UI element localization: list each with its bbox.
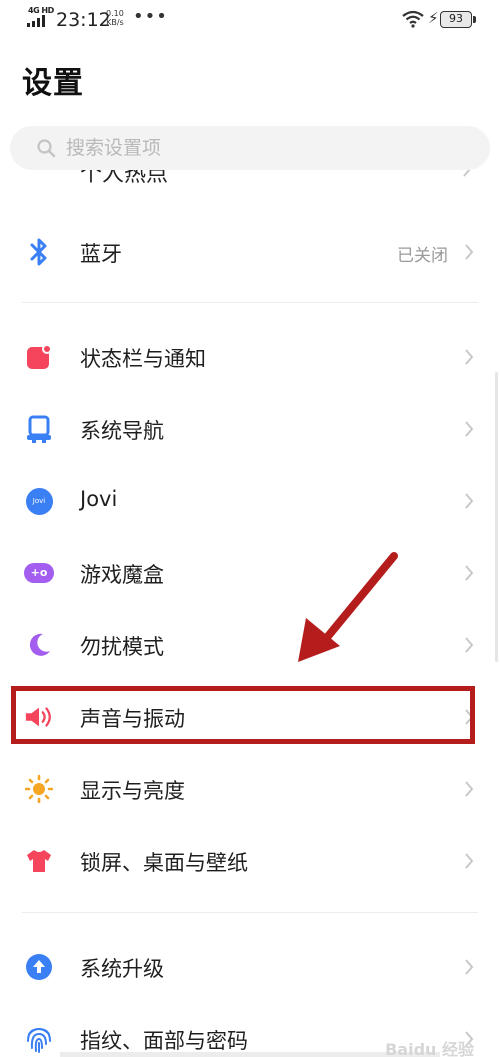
gamepad-icon: +o	[24, 558, 54, 588]
settings-item-dnd[interactable]: 勿扰模式	[0, 614, 500, 674]
battery-icon: 93	[440, 11, 476, 28]
section-divider	[22, 912, 478, 913]
arrow-annotation-icon	[298, 552, 398, 662]
settings-item-lockscreen[interactable]: 锁屏、桌面与壁纸	[0, 830, 500, 890]
hotspot-icon	[26, 170, 54, 182]
gamepad-icon-text: +o	[24, 563, 54, 583]
chevron-right-icon	[465, 244, 474, 260]
gesture-bar	[60, 1052, 440, 1057]
chevron-right-icon	[465, 637, 474, 653]
settings-item-status-bar[interactable]: 状态栏与通知	[0, 326, 500, 386]
settings-item-label: 个人热点	[80, 170, 169, 187]
chevron-right-icon	[465, 421, 474, 437]
bluetooth-icon	[24, 237, 54, 267]
charging-icon: ⚡	[428, 9, 439, 27]
wifi-icon	[402, 10, 424, 28]
settings-item-hotspot[interactable]: 个人热点	[0, 170, 500, 194]
more-notifications-icon: •••	[133, 6, 168, 27]
moon-icon	[24, 630, 54, 660]
settings-item-game-box[interactable]: +o 游戏魔盒	[0, 542, 500, 602]
settings-item-label: Jovi	[80, 487, 118, 511]
page-title: 设置	[22, 66, 84, 101]
clock: 23:12	[56, 9, 111, 31]
watermark: Baidu 经验	[385, 1040, 474, 1057]
navigation-icon	[24, 414, 54, 444]
chevron-right-icon	[465, 349, 474, 365]
sun-icon	[24, 774, 54, 804]
fingerprint-icon	[24, 1024, 54, 1054]
speed-unit: KB/s	[106, 18, 124, 27]
shirt-icon	[24, 846, 54, 876]
jovi-icon-text: Jovi	[25, 487, 53, 515]
bluetooth-status: 已关闭	[397, 246, 448, 266]
section-divider	[22, 302, 478, 303]
chevron-right-icon	[463, 170, 471, 177]
settings-item-display[interactable]: 显示与亮度	[0, 758, 500, 818]
chevron-right-icon	[465, 493, 474, 509]
chevron-right-icon	[465, 781, 474, 797]
chevron-right-icon	[465, 853, 474, 869]
settings-item-navigation[interactable]: 系统导航	[0, 398, 500, 458]
network-speed: 0.10 KB/s	[106, 9, 124, 27]
notification-icon	[24, 342, 54, 372]
settings-item-label: 系统导航	[80, 419, 164, 443]
search-icon	[37, 139, 56, 158]
chevron-right-icon	[465, 565, 474, 581]
settings-item-label: 显示与亮度	[80, 779, 185, 803]
jovi-icon: Jovi	[24, 486, 54, 516]
settings-item-jovi[interactable]: Jovi Jovi	[0, 470, 500, 530]
settings-item-label: 游戏魔盒	[80, 563, 164, 587]
signal-icon	[27, 15, 49, 27]
search-bar[interactable]	[10, 126, 490, 170]
settings-item-update[interactable]: 系统升级	[0, 936, 500, 996]
settings-item-label: 状态栏与通知	[80, 347, 206, 371]
speed-value: 0.10	[106, 9, 124, 18]
highlight-box	[11, 686, 475, 744]
settings-item-label: 指纹、面部与密码	[80, 1029, 248, 1053]
scrollbar[interactable]	[495, 372, 498, 662]
network-type: 4G HD	[28, 6, 54, 15]
settings-item-label: 蓝牙	[80, 242, 122, 266]
status-bar: 4G HD 23:12 0.10 KB/s ••• ⚡ 93	[0, 0, 500, 40]
settings-item-bluetooth[interactable]: 蓝牙 已关闭	[0, 221, 500, 281]
settings-item-label: 勿扰模式	[80, 635, 164, 659]
settings-item-label: 锁屏、桌面与壁纸	[80, 851, 248, 875]
search-input[interactable]	[66, 126, 466, 170]
chevron-right-icon	[465, 959, 474, 975]
upgrade-icon	[24, 952, 54, 982]
settings-item-label: 系统升级	[80, 957, 164, 981]
